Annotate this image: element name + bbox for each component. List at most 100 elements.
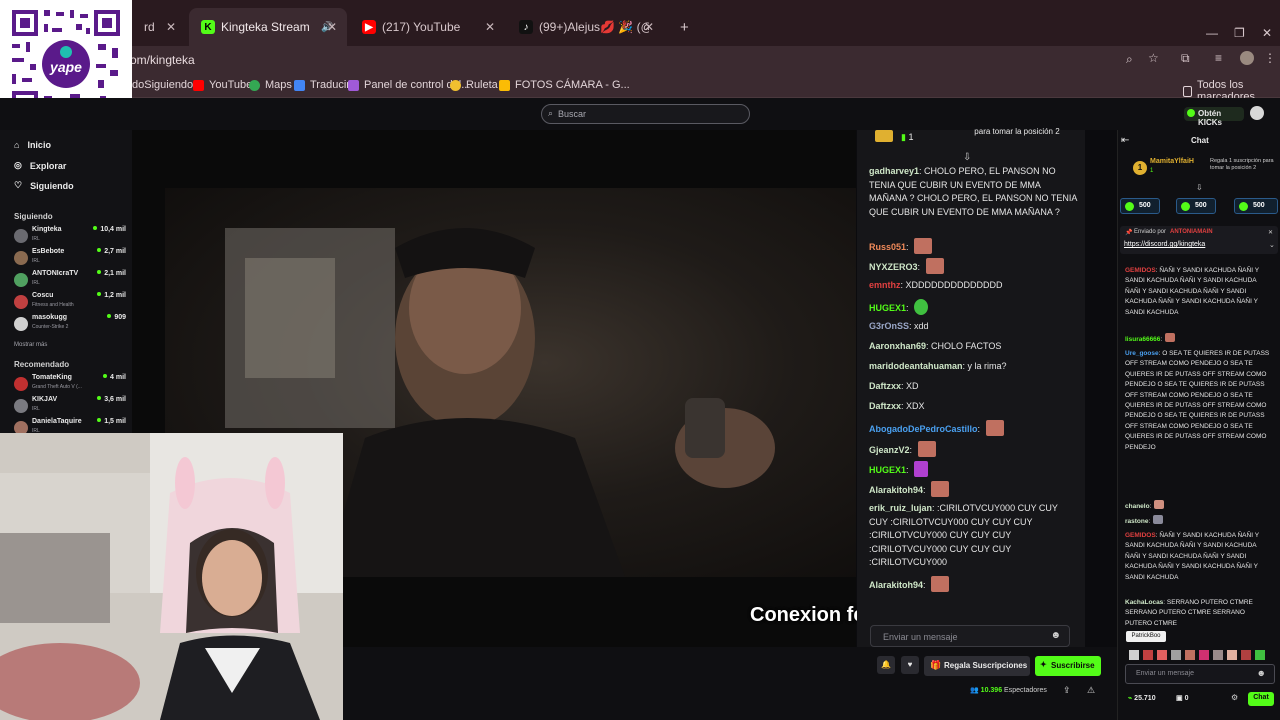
address-bar[interactable]: om/kingteka ⌕ ☆ ⧉ ≡ ⋮ xyxy=(0,46,1280,74)
kick-coin-icon: ⌁ xyxy=(1128,695,1133,702)
kicks-bar-item[interactable]: 500 xyxy=(1176,198,1216,214)
webcam-scene-icon xyxy=(0,433,343,720)
media-icon[interactable]: ≡ xyxy=(1215,51,1222,65)
crown-icon xyxy=(875,130,893,142)
chat-message: emnthz: XDDDDDDDDDDDDDD xyxy=(869,280,1003,290)
recommended-section-title: Recomendado xyxy=(14,360,70,369)
bookmark-item[interactable]: YouTube xyxy=(193,79,252,91)
chat-message: GEMIDOS: ÑAÑI Y SANDI KACHUDA ÑAÑI Y SAN… xyxy=(1125,532,1259,581)
pin-icon: 📌 xyxy=(1125,230,1133,236)
emoji-icon: ☻ xyxy=(1256,668,1266,678)
emote-icon xyxy=(917,441,936,457)
emote-tooltip: PatrickBoo xyxy=(1126,631,1166,642)
chat-input[interactable]: Enviar un mensaje ☻ xyxy=(1125,664,1275,684)
nav-home[interactable]: ⌂ Inicio xyxy=(14,140,51,150)
close-icon[interactable]: ✕ xyxy=(644,20,654,34)
chevron-down-icon[interactable]: ⌄ xyxy=(1269,241,1275,249)
bookmark-item[interactable]: Traducir xyxy=(294,79,350,91)
sidebar-channel[interactable]: Kingteka IRL 10,4 mil xyxy=(14,226,126,248)
chat-message: Ure_goose: O SEA TE QUIERES IR DE PUTASS… xyxy=(1125,350,1270,451)
expand-icon[interactable]: ⇩ xyxy=(1196,183,1203,192)
gift-count[interactable]: ▣ 0 xyxy=(1176,694,1188,702)
bookmark-item[interactable]: Maps xyxy=(249,79,292,91)
send-chat-button[interactable]: Chat xyxy=(1248,692,1274,706)
kicks-bar-item[interactable]: 500 xyxy=(1234,198,1278,214)
share-icon[interactable]: ⇪ xyxy=(1063,685,1071,696)
sidebar-channel[interactable]: EsBebote IRL 2,7 mil xyxy=(14,248,126,270)
emote-icon xyxy=(1165,333,1176,342)
sidebar-channel[interactable]: TomateKing Grand Theft Auto V (... 4 mil xyxy=(14,374,126,396)
bookmark-item[interactable]: FOTOS CÁMARA - G... xyxy=(499,79,630,91)
pinned-message: 📌 Enviado por ANTONIAMAIN https://discor… xyxy=(1120,226,1278,254)
profile-avatar[interactable] xyxy=(1240,51,1254,65)
discord-link[interactable]: https://discord.gg/kingteka xyxy=(1124,241,1205,248)
expand-icon[interactable]: ⇩ xyxy=(963,152,971,163)
sidebar-channel[interactable]: Coscu Fitness and Health 1,2 mil xyxy=(14,292,126,314)
svg-text:yape: yape xyxy=(49,59,82,75)
menu-icon[interactable]: ⋮ xyxy=(1264,51,1276,65)
close-icon[interactable]: ✕ xyxy=(327,20,337,34)
browser-tab-active[interactable]: K Kingteka Stream - Watch Li 🔊 ✕ xyxy=(189,8,347,46)
emote-icon xyxy=(931,576,950,592)
heart-icon: ♡ xyxy=(14,180,23,190)
settings-gear-icon[interactable]: ⚙ xyxy=(1231,693,1238,702)
bookmark-item[interactable]: doSiguiendo... xyxy=(132,79,202,91)
chat-message: GEMIDOS: ÑAÑI Y SANDI KACHUDA ÑAÑI Y SAN… xyxy=(1125,267,1259,316)
webcam-overlay xyxy=(0,433,343,720)
chat-message: Russ051: xyxy=(869,238,1077,255)
collapse-chat-icon[interactable]: ⇤ xyxy=(1121,135,1129,146)
user-avatar[interactable] xyxy=(1250,106,1264,120)
unpin-icon[interactable]: ✕ xyxy=(1268,229,1273,236)
browser-tab-bar: rd ✕ K Kingteka Stream - Watch Li 🔊 ✕ ▶ … xyxy=(0,0,1280,46)
emote-icon xyxy=(914,299,929,315)
compass-icon: ◎ xyxy=(14,160,22,170)
bookmarks-bar: doSiguiendo... YouTube Maps Traducir Pan… xyxy=(0,74,1280,103)
kicks-balance[interactable]: ⌁ 25.710 xyxy=(1128,694,1156,702)
emote-icon xyxy=(931,481,950,497)
viewers-icon: 👥 xyxy=(970,687,979,694)
browser-tab[interactable]: ♪ (99+)Alejus💋 🎉 (@alejus28) ✕ xyxy=(507,8,664,46)
search-input[interactable]: ⌕ Buscar xyxy=(541,104,750,124)
sidebar-channel[interactable]: ANTONIcraTV IRL 2,1 mil xyxy=(14,270,126,292)
nav-explore[interactable]: ◎ Explorar xyxy=(14,160,66,171)
bookmark-item[interactable]: Ruleta xyxy=(450,79,498,91)
browser-tab[interactable]: rd ✕ xyxy=(132,8,186,46)
restore-icon[interactable]: ❐ xyxy=(1234,26,1245,40)
drive-icon xyxy=(499,79,510,91)
kicks-bar-item[interactable]: 500 xyxy=(1120,198,1160,214)
chat-message: Alarakitoh94: xyxy=(869,576,1077,593)
nav-following[interactable]: ♡ Siguiendo xyxy=(14,180,74,191)
get-kicks-button[interactable]: Obtén KICKs xyxy=(1184,107,1244,127)
minimize-icon[interactable]: — xyxy=(1206,26,1218,40)
gift-subs-button[interactable]: 🎁 Regala Suscripciones xyxy=(924,656,1030,676)
report-icon[interactable]: ⚠ xyxy=(1087,685,1095,696)
overlay-chat-input[interactable]: Enviar un mensaje ☻ xyxy=(870,625,1070,647)
close-window-icon[interactable]: ✕ xyxy=(1262,26,1272,40)
gift-prompt: Regala 1 suscripción para tomar la posic… xyxy=(1210,158,1274,171)
emote-icon xyxy=(925,258,944,274)
avatar xyxy=(14,251,28,265)
top-count: ▮ 1 xyxy=(901,132,914,142)
chat-message: Daftzxx: XDX xyxy=(869,401,925,411)
avatar xyxy=(14,399,28,413)
close-icon[interactable]: ✕ xyxy=(166,20,176,34)
chat-message: Alarakitoh94: xyxy=(869,481,1077,498)
chat-message: G3rOnSS: xdd xyxy=(869,321,929,331)
emote-bar[interactable] xyxy=(1127,648,1277,660)
close-icon[interactable]: ✕ xyxy=(485,20,495,34)
extensions-icon[interactable]: ⧉ xyxy=(1181,51,1190,66)
sidebar-channel[interactable]: KIKJAV IRL 3,6 mil xyxy=(14,396,126,418)
zoom-icon[interactable]: ⌕ xyxy=(1126,52,1133,67)
browser-tab[interactable]: ▶ (217) YouTube ✕ xyxy=(350,8,505,46)
viewer-count: 👥 10.396 Espectadores xyxy=(970,687,1047,694)
sidebar-channel[interactable]: masokugg Counter-Strike 2 909 xyxy=(14,314,126,336)
heart-icon[interactable]: ♥ xyxy=(901,656,919,674)
new-tab-button[interactable]: + xyxy=(668,8,701,46)
star-icon[interactable]: ☆ xyxy=(1148,51,1159,65)
emote-icon xyxy=(1154,500,1165,509)
youtube-favicon-icon: ▶ xyxy=(362,20,376,34)
show-more-link[interactable]: Mostrar más xyxy=(14,342,47,348)
emote-icon xyxy=(985,420,1004,436)
subscribe-button[interactable]: ✦ Suscribirse xyxy=(1035,656,1101,676)
bell-icon[interactable]: 🔔 xyxy=(877,656,895,674)
